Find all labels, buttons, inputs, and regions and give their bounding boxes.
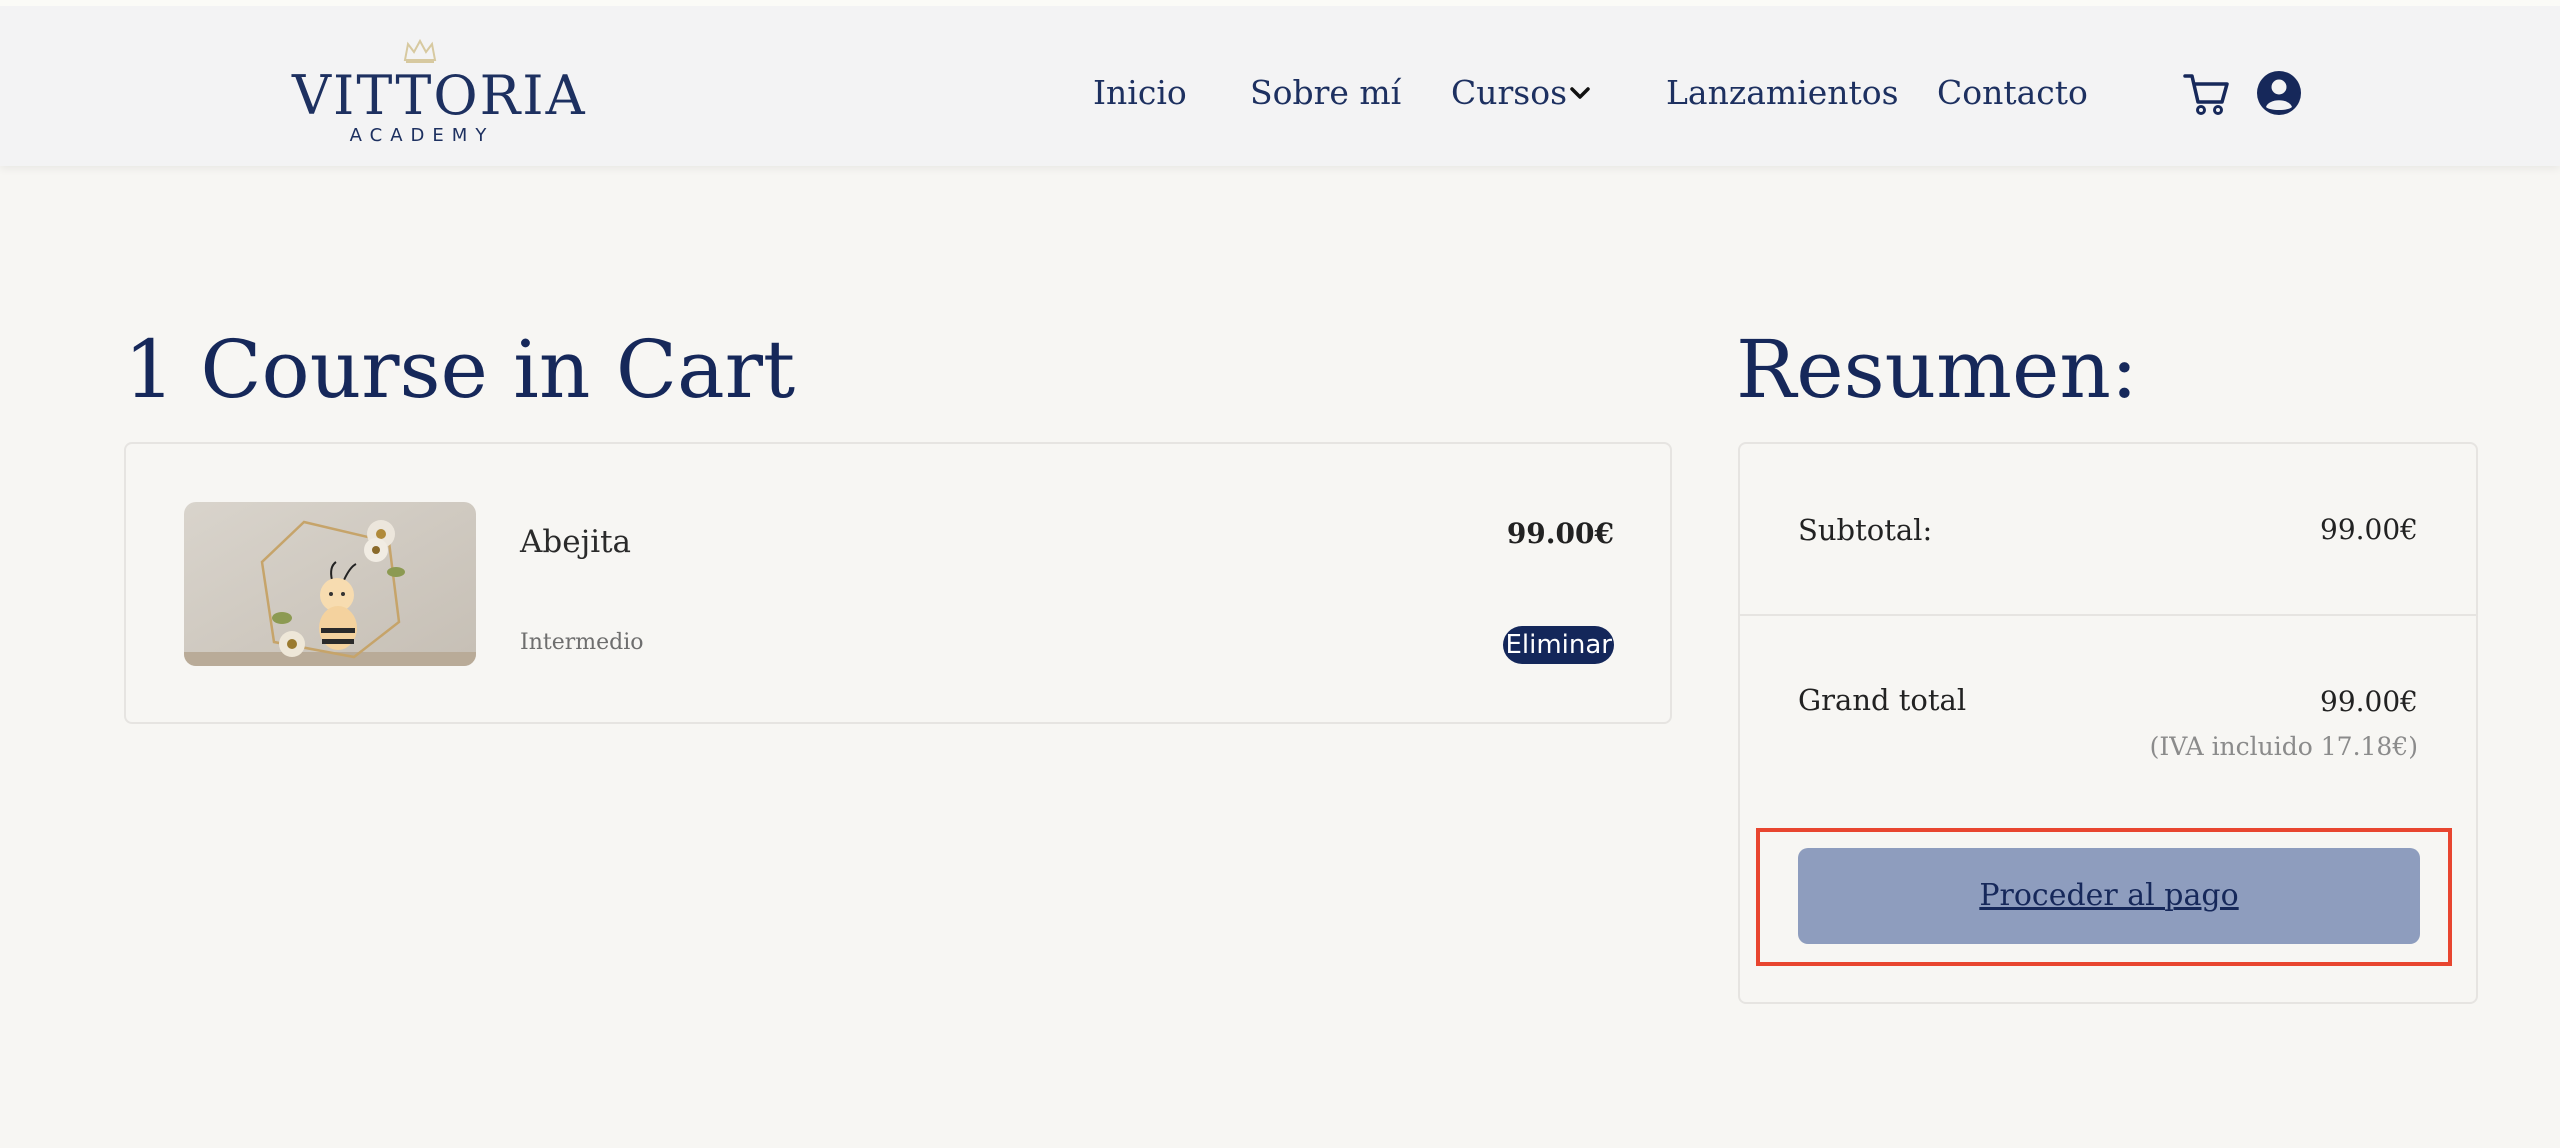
nav-lanzamientos[interactable]: Lanzamientos: [1666, 68, 1899, 118]
cart-icon[interactable]: [2182, 70, 2230, 118]
grand-total-label: Grand total: [1798, 683, 1967, 717]
nav-cursos[interactable]: Cursos: [1451, 68, 1567, 118]
remove-button[interactable]: Eliminar: [1503, 626, 1614, 664]
order-summary-card: Subtotal: 99.00€ Grand total 99.00€ (IVA…: [1738, 442, 2478, 1004]
course-image: [184, 502, 476, 666]
course-thumbnail[interactable]: [184, 502, 476, 666]
cart-title: 1 Course in Cart: [124, 323, 796, 416]
site-header: VITTORIA ACADEMY Inicio Sobre mí Cursos …: [0, 0, 2560, 166]
chevron-down-icon[interactable]: [1569, 82, 1591, 104]
checkout-button[interactable]: Proceder al pago: [1798, 848, 2420, 944]
summary-divider: [1740, 614, 2476, 616]
logo-subtitle: ACADEMY: [349, 125, 495, 146]
summary-title: Resumen:: [1736, 323, 2138, 416]
subtotal-label: Subtotal:: [1798, 513, 1933, 547]
crown-icon: [403, 38, 437, 63]
user-icon[interactable]: [2256, 70, 2302, 116]
course-name[interactable]: Abejita: [520, 522, 631, 562]
nav-contacto[interactable]: Contacto: [1937, 68, 2088, 118]
course-price: 99.00€: [1506, 517, 1614, 550]
nav-sobre-mi[interactable]: Sobre mí: [1250, 68, 1401, 118]
cart-item-card: Abejita Intermedio 99.00€ Eliminar: [124, 442, 1672, 724]
subtotal-value: 99.00€: [2320, 513, 2418, 546]
main-nav: Inicio Sobre mí Cursos Lanzamientos Cont…: [0, 68, 2560, 118]
grand-total-value: 99.00€: [2320, 685, 2418, 718]
nav-inicio[interactable]: Inicio: [1093, 68, 1187, 118]
tax-note: (IVA incluido 17.18€): [2149, 732, 2418, 761]
course-level: Intermedio: [520, 630, 644, 655]
